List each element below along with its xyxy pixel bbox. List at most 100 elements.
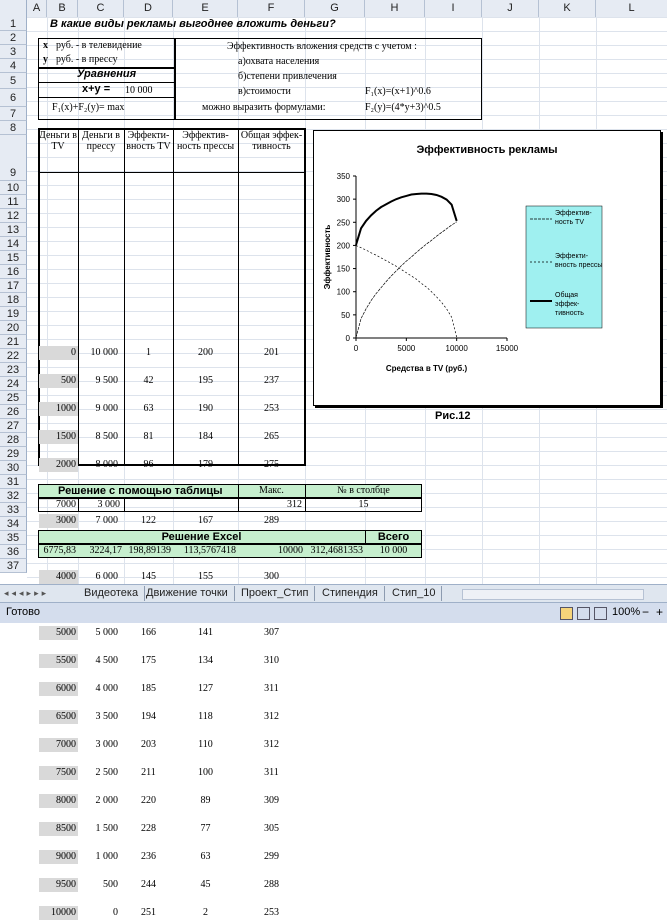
- horizontal-scrollbar[interactable]: [462, 589, 644, 600]
- table-cell[interactable]: 145: [124, 570, 173, 584]
- solution-excel-v3[interactable]: 198,89139: [124, 545, 172, 556]
- row-header-26[interactable]: 26: [0, 405, 27, 419]
- table-cell[interactable]: 312: [238, 710, 305, 724]
- row-header-24[interactable]: 24: [0, 377, 27, 391]
- table-cell[interactable]: 200: [173, 346, 238, 360]
- table-cell[interactable]: 500: [39, 374, 78, 388]
- table-cell[interactable]: 9 500: [78, 374, 119, 388]
- table-cell[interactable]: 220: [124, 794, 173, 808]
- row-header-6[interactable]: 6: [0, 89, 27, 107]
- page-layout-icon[interactable]: [577, 607, 590, 620]
- table-cell[interactable]: 253: [238, 906, 305, 920]
- row-header-28[interactable]: 28: [0, 433, 27, 447]
- table-cell[interactable]: 2 000: [78, 794, 119, 808]
- row-header-17[interactable]: 17: [0, 279, 27, 293]
- table-cell[interactable]: 184: [173, 430, 238, 444]
- table-cell[interactable]: 310: [238, 654, 305, 668]
- row-header-21[interactable]: 21: [0, 335, 27, 349]
- table-cell[interactable]: 141: [173, 626, 238, 640]
- column-b[interactable]: B: [47, 0, 78, 17]
- table-cell[interactable]: 81: [124, 430, 173, 444]
- table-cell[interactable]: 89: [173, 794, 238, 808]
- zoom-out-icon[interactable]: −: [642, 605, 649, 619]
- column-g[interactable]: G: [305, 0, 365, 17]
- table-cell[interactable]: 305: [238, 822, 305, 836]
- table-cell[interactable]: 7 000: [78, 514, 119, 528]
- table-cell[interactable]: 251: [124, 906, 173, 920]
- row-header-10[interactable]: 10: [0, 181, 27, 195]
- row-header-14[interactable]: 14: [0, 237, 27, 251]
- table-cell[interactable]: 253: [238, 402, 305, 416]
- table-cell[interactable]: 96: [124, 458, 173, 472]
- row-header-11[interactable]: 11: [0, 195, 27, 209]
- solution-table-v2[interactable]: 3 000: [78, 499, 121, 510]
- solution-excel-v4[interactable]: 113,5767418: [173, 545, 236, 556]
- table-cell[interactable]: 185: [124, 682, 173, 696]
- table-cell[interactable]: 1: [124, 346, 173, 360]
- tab-videoteka[interactable]: Видеотека: [78, 586, 146, 601]
- table-cell[interactable]: 311: [238, 766, 305, 780]
- column-l[interactable]: L: [596, 0, 667, 17]
- solution-excel-v1[interactable]: 6775,83: [38, 545, 77, 556]
- tab-nav-arrows-icon[interactable]: ◂◂◂▸▸▸: [4, 588, 49, 599]
- row-header-37[interactable]: 37: [0, 559, 27, 573]
- table-cell[interactable]: 0: [78, 906, 118, 920]
- table-cell[interactable]: 5 000: [78, 626, 119, 640]
- table-cell[interactable]: 110: [173, 738, 238, 752]
- table-cell[interactable]: 1500: [39, 430, 78, 444]
- select-all-corner[interactable]: [0, 0, 27, 17]
- column-a[interactable]: A: [27, 0, 47, 17]
- table-cell[interactable]: 42: [124, 374, 173, 388]
- table-cell[interactable]: 9 000: [78, 402, 119, 416]
- row-header-3[interactable]: 3: [0, 45, 27, 59]
- row-header-13[interactable]: 13: [0, 223, 27, 237]
- table-cell[interactable]: 122: [124, 514, 173, 528]
- table-cell[interactable]: 307: [238, 626, 305, 640]
- table-cell[interactable]: 63: [124, 402, 173, 416]
- tab-stipendia[interactable]: Стипендия: [316, 586, 385, 601]
- column-e[interactable]: E: [173, 0, 238, 17]
- table-cell[interactable]: 5000: [39, 626, 78, 640]
- table-cell[interactable]: 166: [124, 626, 173, 640]
- table-cell[interactable]: 3 500: [78, 710, 119, 724]
- row-header-20[interactable]: 20: [0, 321, 27, 335]
- solution-table-max[interactable]: 312: [238, 499, 302, 510]
- table-cell[interactable]: 275: [238, 458, 305, 472]
- tab-proekt[interactable]: Проект_Стип: [235, 586, 316, 601]
- table-cell[interactable]: 201: [238, 346, 305, 360]
- table-cell[interactable]: 9000: [39, 850, 78, 864]
- table-cell[interactable]: 4 500: [78, 654, 119, 668]
- table-cell[interactable]: 3 000: [78, 738, 119, 752]
- table-cell[interactable]: 244: [124, 878, 173, 892]
- table-cell[interactable]: 194: [124, 710, 173, 724]
- row-header-22[interactable]: 22: [0, 349, 27, 363]
- table-cell[interactable]: 228: [124, 822, 173, 836]
- tab-stip10[interactable]: Стип_10: [386, 586, 443, 601]
- column-i[interactable]: I: [425, 0, 482, 17]
- zoom-in-icon[interactable]: +: [656, 605, 663, 619]
- row-header-16[interactable]: 16: [0, 265, 27, 279]
- solution-table-v1[interactable]: 7000: [47, 499, 76, 510]
- table-cell[interactable]: 309: [238, 794, 305, 808]
- row-header-4[interactable]: 4: [0, 59, 27, 73]
- table-cell[interactable]: 134: [173, 654, 238, 668]
- solution-excel-v6[interactable]: 312,4681353: [305, 545, 364, 556]
- row-header-31[interactable]: 31: [0, 475, 27, 489]
- table-cell[interactable]: 6 000: [78, 570, 119, 584]
- row-header-8[interactable]: 8: [0, 121, 27, 135]
- table-cell[interactable]: 299: [238, 850, 305, 864]
- table-cell[interactable]: 2000: [39, 458, 78, 472]
- row-header-35[interactable]: 35: [0, 531, 27, 545]
- table-cell[interactable]: 155: [173, 570, 238, 584]
- table-cell[interactable]: 195: [173, 374, 238, 388]
- table-cell[interactable]: 63: [173, 850, 238, 864]
- table-cell[interactable]: 312: [238, 738, 305, 752]
- row-header-18[interactable]: 18: [0, 293, 27, 307]
- row-header-9[interactable]: 9: [0, 135, 27, 181]
- table-cell[interactable]: 127: [173, 682, 238, 696]
- table-cell[interactable]: 1 500: [78, 822, 119, 836]
- table-cell[interactable]: 8 500: [78, 430, 119, 444]
- table-cell[interactable]: 8000: [39, 794, 78, 808]
- normal-view-icon[interactable]: [560, 607, 573, 620]
- solution-excel-v5[interactable]: 10000: [238, 545, 303, 556]
